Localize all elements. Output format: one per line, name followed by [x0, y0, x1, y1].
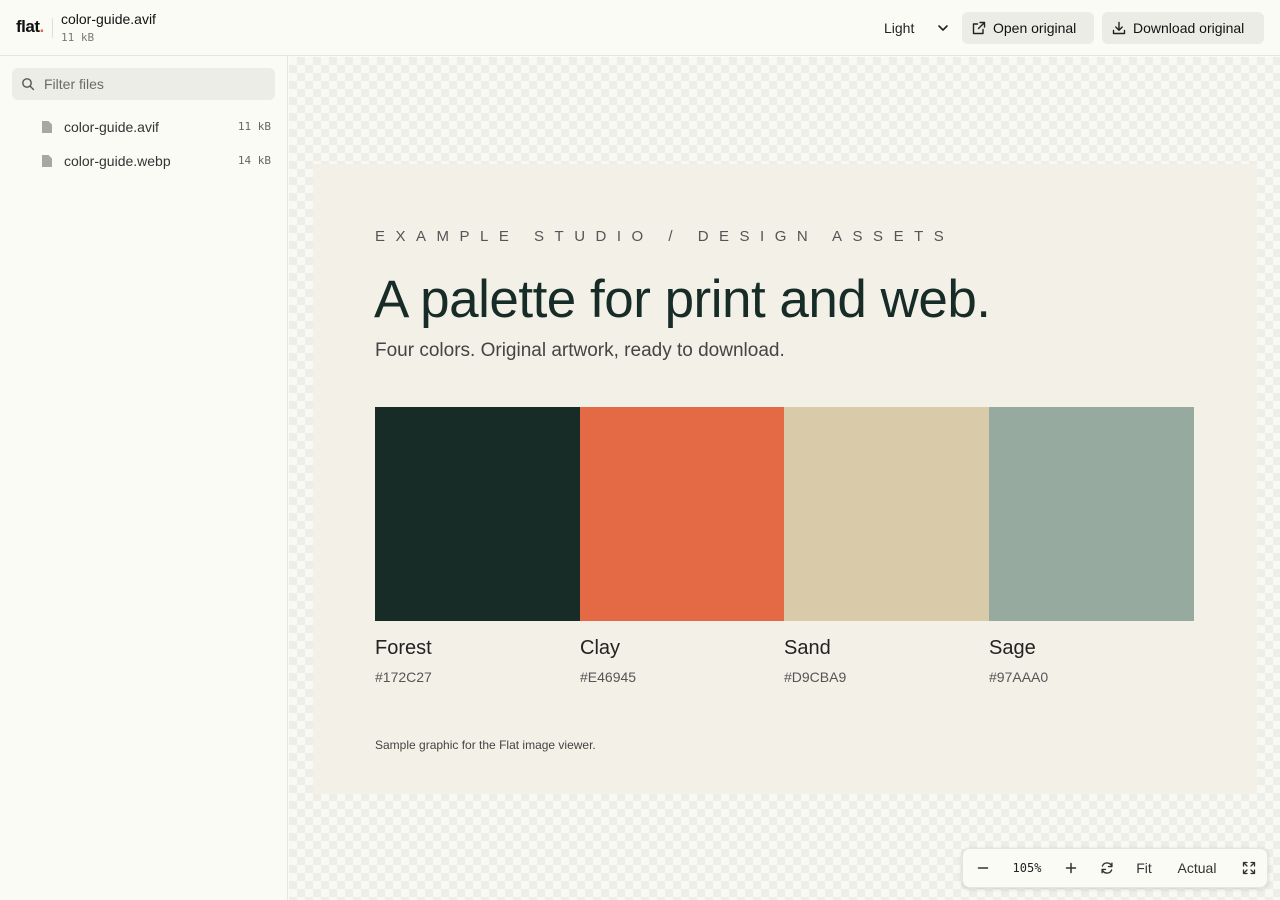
artwork-subline: Four colors. Original artwork, ready to … [375, 340, 785, 361]
artwork-headline: A palette for print and web. [374, 270, 991, 329]
artwork-eyebrow: EXAMPLE STUDIO / DESIGN ASSETS [375, 228, 955, 245]
reset-zoom-button[interactable] [1093, 849, 1121, 887]
file-size: 14 kB [237, 154, 271, 167]
app-header: flat. color-guide.avif 11 kB Light Open … [0, 0, 1280, 56]
fullscreen-button[interactable] [1235, 849, 1263, 887]
file-sidebar: color-guide.avif 11 kB color-guide.webp … [0, 56, 288, 900]
swatch-hex: #E46945 [580, 669, 637, 685]
zoom-in-button[interactable] [1057, 849, 1085, 887]
chevron-down-icon [938, 25, 948, 31]
artwork-caption: Sample graphic for the Flat image viewer… [375, 738, 596, 752]
theme-select-value: Light [884, 20, 915, 36]
artwork-image: EXAMPLE STUDIO / DESIGN ASSETS A palette… [313, 164, 1257, 794]
logo-dot: . [39, 17, 45, 36]
file-icon [42, 121, 52, 133]
open-original-label: Open original [993, 20, 1077, 36]
file-name: color-guide.webp [64, 153, 171, 169]
swatch-hex: #97AAA0 [989, 669, 1049, 685]
current-file-size: 11 kB [61, 31, 95, 44]
logo-text: flat [16, 17, 40, 36]
theme-select[interactable]: Light [876, 12, 954, 44]
zoom-out-button[interactable] [969, 849, 997, 887]
file-list-item[interactable]: color-guide.avif 11 kB [12, 112, 275, 142]
fullscreen-icon [1242, 861, 1256, 875]
file-name: color-guide.avif [64, 119, 159, 135]
swatch-name: Forest [375, 637, 432, 659]
download-icon [1112, 21, 1126, 35]
image-canvas[interactable]: EXAMPLE STUDIO / DESIGN ASSETS A palette… [289, 57, 1280, 900]
file-icon [42, 155, 52, 167]
swatch-clay [580, 407, 785, 621]
filter-box [12, 68, 275, 100]
swatch-sage [989, 407, 1194, 621]
fit-button[interactable]: Fit [1129, 849, 1159, 887]
external-link-icon [972, 21, 986, 35]
swatch-name: Sage [989, 637, 1036, 659]
swatch-name: Sand [784, 637, 831, 659]
file-list-item[interactable]: color-guide.webp 14 kB [12, 146, 275, 176]
download-original-label: Download original [1133, 20, 1245, 36]
reset-icon [1101, 862, 1113, 874]
app-logo[interactable]: flat. [16, 17, 44, 37]
swatch-hex: #172C27 [375, 669, 432, 685]
file-size: 11 kB [237, 120, 271, 133]
search-icon [22, 78, 35, 91]
swatch-forest [375, 407, 580, 621]
plus-icon [1065, 862, 1077, 874]
minus-icon [977, 867, 989, 869]
zoom-toolbar: 105% Fit Actual [962, 848, 1268, 888]
header-divider [52, 18, 53, 38]
open-original-button[interactable]: Open original [962, 12, 1094, 44]
swatch-sand [784, 407, 989, 621]
filter-files-input[interactable] [44, 68, 269, 100]
swatch-name: Clay [580, 637, 621, 659]
download-original-button[interactable]: Download original [1102, 12, 1264, 44]
swatch-hex: #D9CBA9 [784, 669, 847, 685]
zoom-level: 105% [1012, 861, 1042, 875]
current-file-title: color-guide.avif [61, 11, 156, 27]
actual-size-button[interactable]: Actual [1169, 849, 1225, 887]
